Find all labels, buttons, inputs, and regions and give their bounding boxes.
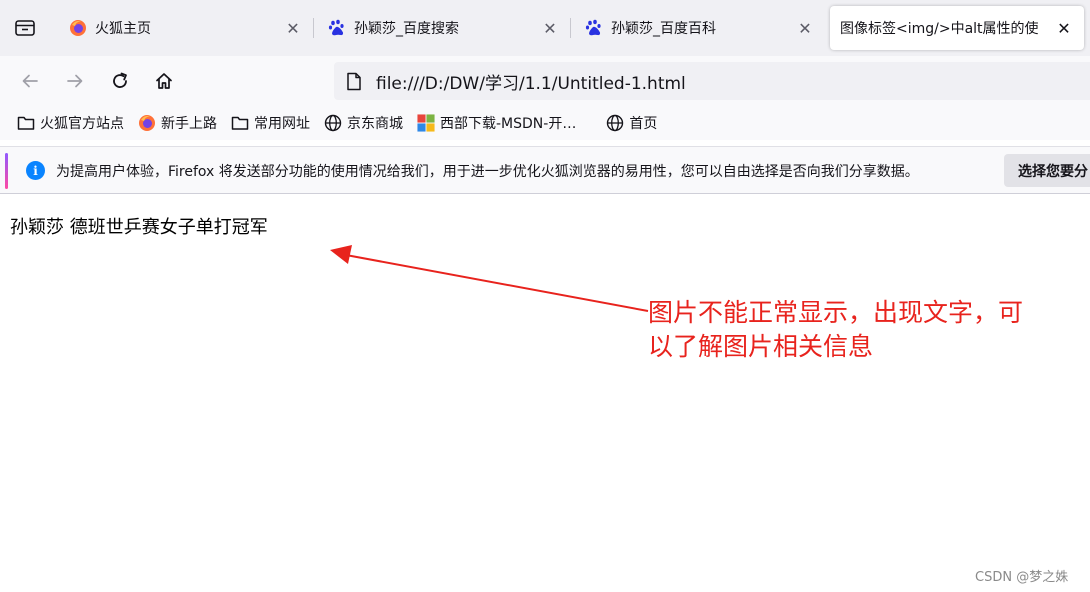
annotation-arrow xyxy=(330,245,649,312)
firefox-icon xyxy=(69,19,87,37)
folder-icon xyxy=(17,114,35,132)
tab-title: 图像标签<img/>中alt属性的使 xyxy=(840,21,1039,37)
back-arrow-icon xyxy=(22,74,38,88)
page-viewport: 孙颖莎 德班世乒赛女子单打冠军 图片不能正常显示，出现文字，可 以了解图片相关信… xyxy=(0,200,1090,592)
csdn-watermark: CSDN @梦之姝 xyxy=(975,570,1069,585)
tab-baidu-search[interactable]: 孙颖莎_百度搜索 ✕ xyxy=(314,6,570,50)
baidu-paw-icon xyxy=(585,19,603,37)
globe-icon xyxy=(324,114,342,132)
bookmark-label: 新手上路 xyxy=(161,116,217,132)
tab-list-button[interactable] xyxy=(8,12,42,44)
notification-accent-bar xyxy=(5,153,8,189)
home-button[interactable] xyxy=(148,65,180,97)
annotation-text: 图片不能正常显示，出现文字，可 以了解图片相关信息 xyxy=(648,296,1068,364)
bookmark-label: 火狐官方站点 xyxy=(40,116,124,132)
tab-title: 火狐主页 xyxy=(95,21,151,37)
navigation-toolbar xyxy=(0,56,1090,106)
tab-strip: 火狐主页 ✕ 孙颖莎_百度搜索 ✕ 孙颖莎_百度百科 ✕ 图像标签<img/>中… xyxy=(0,0,1090,56)
data-collection-notification: i 为提高用户体验，Firefox 将发送部分功能的使用情况给我们，用于进一步优… xyxy=(0,146,1090,194)
bookmark-label: 常用网址 xyxy=(254,116,310,132)
folder-icon xyxy=(231,114,249,132)
forward-arrow-icon xyxy=(67,74,83,88)
tab-baidu-baike[interactable]: 孙颖莎_百度百科 ✕ xyxy=(571,6,825,50)
firefox-icon xyxy=(138,114,156,132)
home-icon xyxy=(156,73,172,89)
forward-button[interactable] xyxy=(59,65,91,97)
tab-title: 孙颖莎_百度搜索 xyxy=(354,21,459,37)
reload-button[interactable] xyxy=(104,65,136,97)
page-file-icon xyxy=(344,71,364,91)
tab-firefox-home[interactable]: 火狐主页 ✕ xyxy=(55,6,313,50)
bookmark-getting-started[interactable]: 新手上路 xyxy=(133,110,222,136)
reload-icon xyxy=(113,72,127,88)
info-icon: i xyxy=(26,161,45,180)
bookmark-jd-mall[interactable]: 京东商城 xyxy=(319,110,408,136)
tab-title: 孙颖莎_百度百科 xyxy=(611,21,716,37)
baidu-paw-icon xyxy=(328,19,346,37)
bookmark-label: 首页 xyxy=(629,116,658,132)
bookmark-xibu-msdn[interactable]: 西部下载-MSDN-开… xyxy=(412,110,581,136)
globe-icon xyxy=(606,114,624,132)
bookmark-common-sites[interactable]: 常用网址 xyxy=(226,110,315,136)
close-tab-icon[interactable]: ✕ xyxy=(283,18,303,38)
address-bar[interactable] xyxy=(334,62,1090,100)
annotation-line-1: 图片不能正常显示，出现文字，可 xyxy=(648,298,1024,327)
windows-logo-icon xyxy=(417,114,435,132)
bookmark-home[interactable]: 首页 xyxy=(601,110,662,136)
back-button[interactable] xyxy=(14,65,46,97)
bookmark-label: 京东商城 xyxy=(347,116,403,132)
choose-share-button[interactable]: 选择您要分 xyxy=(1004,154,1090,187)
bookmark-firefox-official[interactable]: 火狐官方站点 xyxy=(12,110,129,136)
notification-message: 为提高用户体验，Firefox 将发送部分功能的使用情况给我们，用于进一步优化火… xyxy=(56,164,919,180)
bookmarks-toolbar: 火狐官方站点 新手上路 常用网址 京东商城 西部下载-MSDN-开… 首页 xyxy=(0,106,1090,140)
close-tab-icon[interactable]: ✕ xyxy=(1054,18,1074,38)
close-tab-icon[interactable]: ✕ xyxy=(795,18,815,38)
close-tab-icon[interactable]: ✕ xyxy=(540,18,560,38)
annotation-line-2: 以了解图片相关信息 xyxy=(648,332,874,361)
tab-list-icon xyxy=(15,20,35,36)
tab-active-img-alt[interactable]: 图像标签<img/>中alt属性的使 ✕ xyxy=(830,6,1084,50)
url-input[interactable] xyxy=(376,71,976,91)
bookmark-label: 西部下载-MSDN-开… xyxy=(440,116,577,132)
